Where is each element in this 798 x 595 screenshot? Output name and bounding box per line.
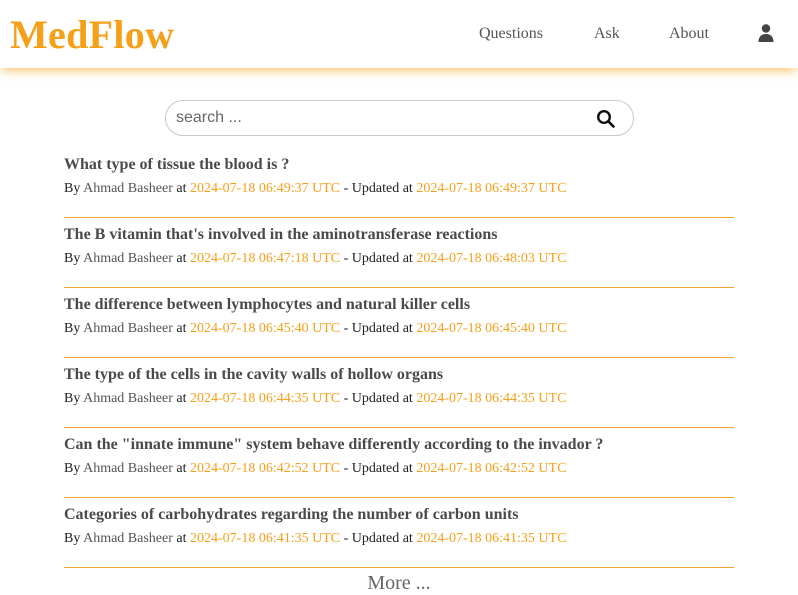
updated-timestamp: 2024-07-18 06:45:40 UTC <box>416 321 567 336</box>
updated-timestamp: 2024-07-18 06:48:03 UTC <box>416 251 567 266</box>
question-item: Can the "innate immune" system behave di… <box>64 428 734 498</box>
search-bar <box>165 100 634 136</box>
search-input[interactable] <box>176 106 576 130</box>
at-label: at <box>176 461 187 476</box>
author-link[interactable]: Ahmad Basheer <box>83 321 173 336</box>
updated-label: - Updated at <box>343 251 413 266</box>
more-button[interactable]: More ... <box>0 571 798 595</box>
nav-ask-link[interactable]: Ask <box>594 24 620 44</box>
user-icon[interactable] <box>758 24 774 42</box>
by-label: By <box>64 251 81 266</box>
at-label: at <box>176 181 187 196</box>
question-meta: By Ahmad Basheer at 2024-07-18 06:42:52 … <box>64 460 566 477</box>
created-timestamp: 2024-07-18 06:45:40 UTC <box>190 321 341 336</box>
question-meta: By Ahmad Basheer at 2024-07-18 06:49:37 … <box>64 180 566 197</box>
created-timestamp: 2024-07-18 06:49:37 UTC <box>190 181 341 196</box>
updated-label: - Updated at <box>343 391 413 406</box>
question-title[interactable]: Categories of carbohydrates regarding th… <box>64 506 519 524</box>
question-meta: By Ahmad Basheer at 2024-07-18 06:44:35 … <box>64 390 566 407</box>
question-title[interactable]: The type of the cells in the cavity wall… <box>64 366 443 384</box>
at-label: at <box>176 391 187 406</box>
question-title[interactable]: Can the "innate immune" system behave di… <box>64 436 603 454</box>
question-title[interactable]: The difference between lymphocytes and n… <box>64 296 470 314</box>
question-title[interactable]: The B vitamin that's involved in the ami… <box>64 226 497 244</box>
question-title[interactable]: What type of tissue the blood is ? <box>64 156 289 174</box>
question-meta: By Ahmad Basheer at 2024-07-18 06:41:35 … <box>64 530 566 547</box>
top-navbar: MedFlow Questions Ask About <box>0 0 798 68</box>
question-item: Categories of carbohydrates regarding th… <box>64 498 734 568</box>
by-label: By <box>64 181 81 196</box>
updated-label: - Updated at <box>343 461 413 476</box>
by-label: By <box>64 321 81 336</box>
by-label: By <box>64 391 81 406</box>
created-timestamp: 2024-07-18 06:41:35 UTC <box>190 531 341 546</box>
question-item: The difference between lymphocytes and n… <box>64 288 734 358</box>
updated-label: - Updated at <box>343 321 413 336</box>
created-timestamp: 2024-07-18 06:47:18 UTC <box>190 251 341 266</box>
nav-questions-link[interactable]: Questions <box>479 24 543 44</box>
at-label: at <box>176 321 187 336</box>
updated-label: - Updated at <box>343 181 413 196</box>
author-link[interactable]: Ahmad Basheer <box>83 181 173 196</box>
updated-timestamp: 2024-07-18 06:44:35 UTC <box>416 391 567 406</box>
nav-about-link[interactable]: About <box>669 24 709 44</box>
question-item: The type of the cells in the cavity wall… <box>64 358 734 428</box>
site-logo[interactable]: MedFlow <box>10 11 174 59</box>
updated-timestamp: 2024-07-18 06:42:52 UTC <box>416 461 567 476</box>
question-item: The B vitamin that's involved in the ami… <box>64 218 734 288</box>
author-link[interactable]: Ahmad Basheer <box>83 531 173 546</box>
search-icon[interactable] <box>596 109 616 129</box>
created-timestamp: 2024-07-18 06:44:35 UTC <box>190 391 341 406</box>
at-label: at <box>176 531 187 546</box>
question-list: What type of tissue the blood is ? By Ah… <box>64 148 734 568</box>
updated-label: - Updated at <box>343 531 413 546</box>
updated-timestamp: 2024-07-18 06:49:37 UTC <box>416 181 567 196</box>
by-label: By <box>64 461 81 476</box>
at-label: at <box>176 251 187 266</box>
question-meta: By Ahmad Basheer at 2024-07-18 06:47:18 … <box>64 250 566 267</box>
updated-timestamp: 2024-07-18 06:41:35 UTC <box>416 531 567 546</box>
question-item: What type of tissue the blood is ? By Ah… <box>64 148 734 218</box>
created-timestamp: 2024-07-18 06:42:52 UTC <box>190 461 341 476</box>
author-link[interactable]: Ahmad Basheer <box>83 251 173 266</box>
question-meta: By Ahmad Basheer at 2024-07-18 06:45:40 … <box>64 320 566 337</box>
by-label: By <box>64 531 81 546</box>
author-link[interactable]: Ahmad Basheer <box>83 391 173 406</box>
author-link[interactable]: Ahmad Basheer <box>83 461 173 476</box>
